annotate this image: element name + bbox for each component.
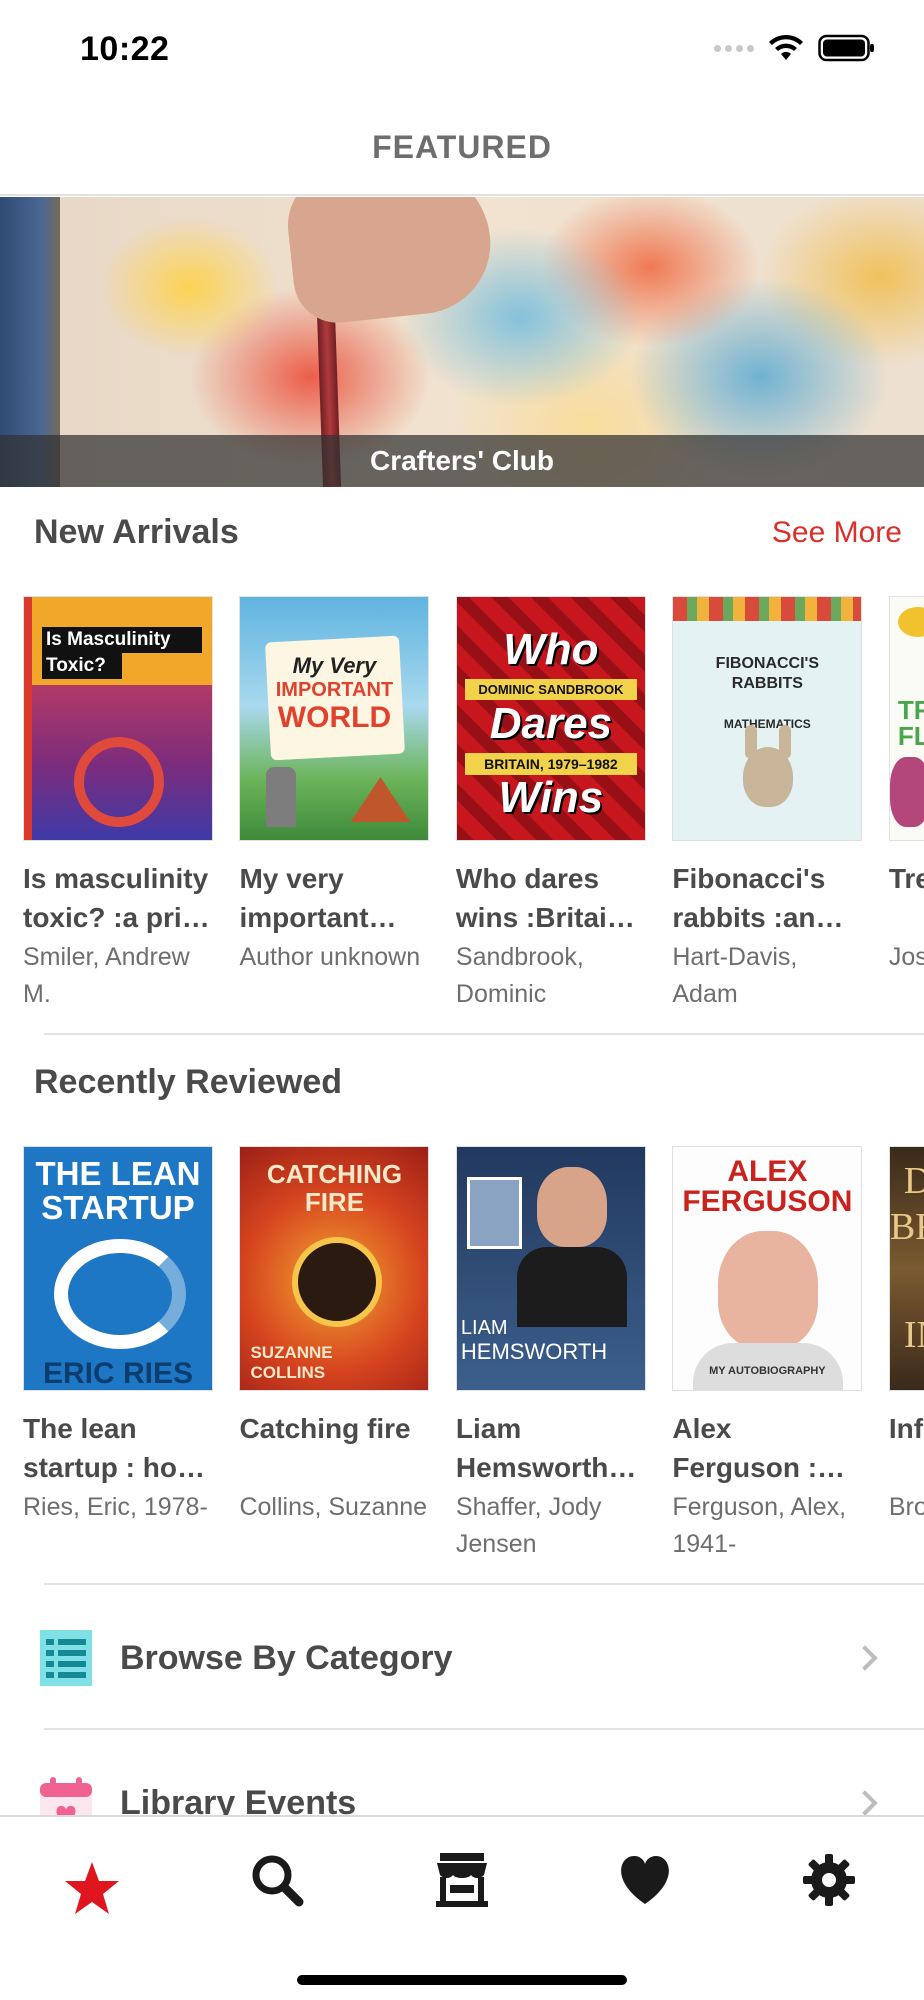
home-indicator — [297, 1975, 627, 1985]
section-divider — [44, 1033, 924, 1035]
book-cover: Who DOMINIC SANDBROOK Dares BRITAIN, 197… — [455, 596, 646, 841]
book-title: Who dares wins :Britai… — [455, 863, 635, 933]
book-author: Hart-Davis, Adam — [672, 943, 798, 1008]
book-cover: TRE FLOW — [888, 596, 924, 841]
section-title-new-arrivals: New Arrivals — [34, 513, 239, 551]
chevron-right-icon — [852, 1645, 878, 1671]
book-item[interactable]: Who DOMINIC SANDBROOK Dares BRITAIN, 197… — [455, 596, 646, 1013]
book-author: Ferguson, Alex, 1941- — [672, 1493, 847, 1558]
tab-favorites[interactable] — [610, 1845, 680, 1915]
see-more-link[interactable]: See More — [772, 516, 902, 550]
new-arrivals-carousel[interactable]: Is Masculinity Toxic? Is masculinity tox… — [23, 596, 924, 1013]
section-title-recently-reviewed: Recently Reviewed — [34, 1063, 343, 1101]
book-author: Shaffer, Jody Jensen — [455, 1493, 602, 1558]
banner-caption-bar: Crafters' Club — [0, 435, 924, 487]
book-item[interactable]: TRE FLOW Tree flow… Jose… — [888, 596, 924, 976]
recently-reviewed-carousel[interactable]: THE LEAN STARTUP ERIC RIES The lean star… — [23, 1146, 924, 1563]
book-title: Alex Ferguson :… — [672, 1413, 846, 1483]
book-author: Smiler, Andrew M. — [23, 943, 190, 1008]
gear-icon — [803, 1854, 855, 1906]
book-cover: CATCHING FIRE SUZANNE COLLINS — [239, 1146, 430, 1391]
browse-by-category-label: Browse By Category — [120, 1638, 453, 1677]
book-cover: LIAM HEMSWORTH — [455, 1146, 646, 1391]
book-author: Author unknown — [239, 943, 421, 971]
book-title: Infer a no… — [888, 1413, 924, 1444]
book-title: Catching fire — [239, 1413, 411, 1444]
book-item[interactable]: THE LEAN STARTUP ERIC RIES The lean star… — [23, 1146, 213, 1526]
book-title: My very important… — [239, 863, 397, 933]
book-item[interactable]: Is Masculinity Toxic? Is masculinity tox… — [23, 596, 213, 1013]
tab-search[interactable] — [242, 1845, 312, 1915]
book-item[interactable]: My Very IMPORTANT WORLD My very importan… — [239, 596, 430, 976]
tab-library[interactable] — [427, 1845, 497, 1915]
book-cover: FIBONACCI'S RABBITS MATHEMATICS — [672, 596, 863, 841]
cellular-signal-icon — [714, 44, 754, 52]
book-title: Is masculinity toxic? :a pri… — [23, 863, 210, 933]
book-cover: THE LEAN STARTUP ERIC RIES — [23, 1146, 213, 1391]
status-time: 10:22 — [80, 30, 170, 68]
book-item[interactable]: LIAM HEMSWORTH Liam Hemsworth… Shaffer, … — [455, 1146, 646, 1563]
list-icon — [40, 1630, 92, 1686]
book-cover: D BR IN — [888, 1146, 924, 1391]
chevron-right-icon — [852, 1790, 878, 1816]
nav-header: FEATURED — [0, 100, 924, 196]
book-cover: ALEX FERGUSON MY AUTOBIOGRAPHY — [672, 1146, 863, 1391]
tab-featured[interactable] — [57, 1853, 127, 1923]
heart-icon — [621, 1856, 669, 1904]
browse-by-category-row[interactable]: Browse By Category — [0, 1588, 924, 1728]
book-author: Ries, Eric, 1978- — [23, 1493, 208, 1521]
section-divider — [44, 1728, 924, 1730]
book-author: Sandbrook, Dominic — [455, 943, 584, 1008]
book-author: Collins, Suzanne — [239, 1493, 428, 1521]
book-item[interactable]: ALEX FERGUSON MY AUTOBIOGRAPHY Alex Ferg… — [672, 1146, 863, 1563]
book-cover: Is Masculinity Toxic? — [23, 596, 213, 841]
new-arrivals-header: New Arrivals See More — [34, 513, 902, 552]
battery-icon — [818, 34, 874, 62]
page-title: FEATURED — [372, 128, 552, 165]
tab-settings[interactable] — [794, 1845, 864, 1915]
wifi-icon — [769, 34, 803, 60]
book-title: Tree flow… — [888, 863, 924, 894]
search-icon — [252, 1855, 304, 1907]
book-item[interactable]: D BR IN Infer a no… Brow Dan, — [888, 1146, 924, 1526]
tab-bar — [0, 1815, 924, 2000]
book-item[interactable]: FIBONACCI'S RABBITS MATHEMATICS Fibonacc… — [672, 596, 863, 1013]
book-author: Brow Dan, — [888, 1493, 924, 1521]
book-cover: My Very IMPORTANT WORLD — [239, 596, 430, 841]
book-author: Jose… — [888, 943, 924, 971]
book-title: Fibonacci's rabbits :an… — [672, 863, 844, 933]
book-title: The lean startup : ho… — [23, 1413, 205, 1483]
status-icons — [714, 34, 876, 62]
banner-caption: Crafters' Club — [369, 445, 555, 476]
status-bar: 10:22 — [0, 0, 924, 100]
book-item[interactable]: CATCHING FIRE SUZANNE COLLINS Catching f… — [239, 1146, 430, 1526]
featured-banner[interactable]: Crafters' Club — [0, 197, 924, 487]
section-divider — [44, 1583, 924, 1585]
book-title: Liam Hemsworth… — [455, 1413, 637, 1483]
recently-reviewed-header: Recently Reviewed — [34, 1063, 902, 1102]
store-icon — [436, 1853, 488, 1907]
star-icon — [65, 1862, 119, 1914]
